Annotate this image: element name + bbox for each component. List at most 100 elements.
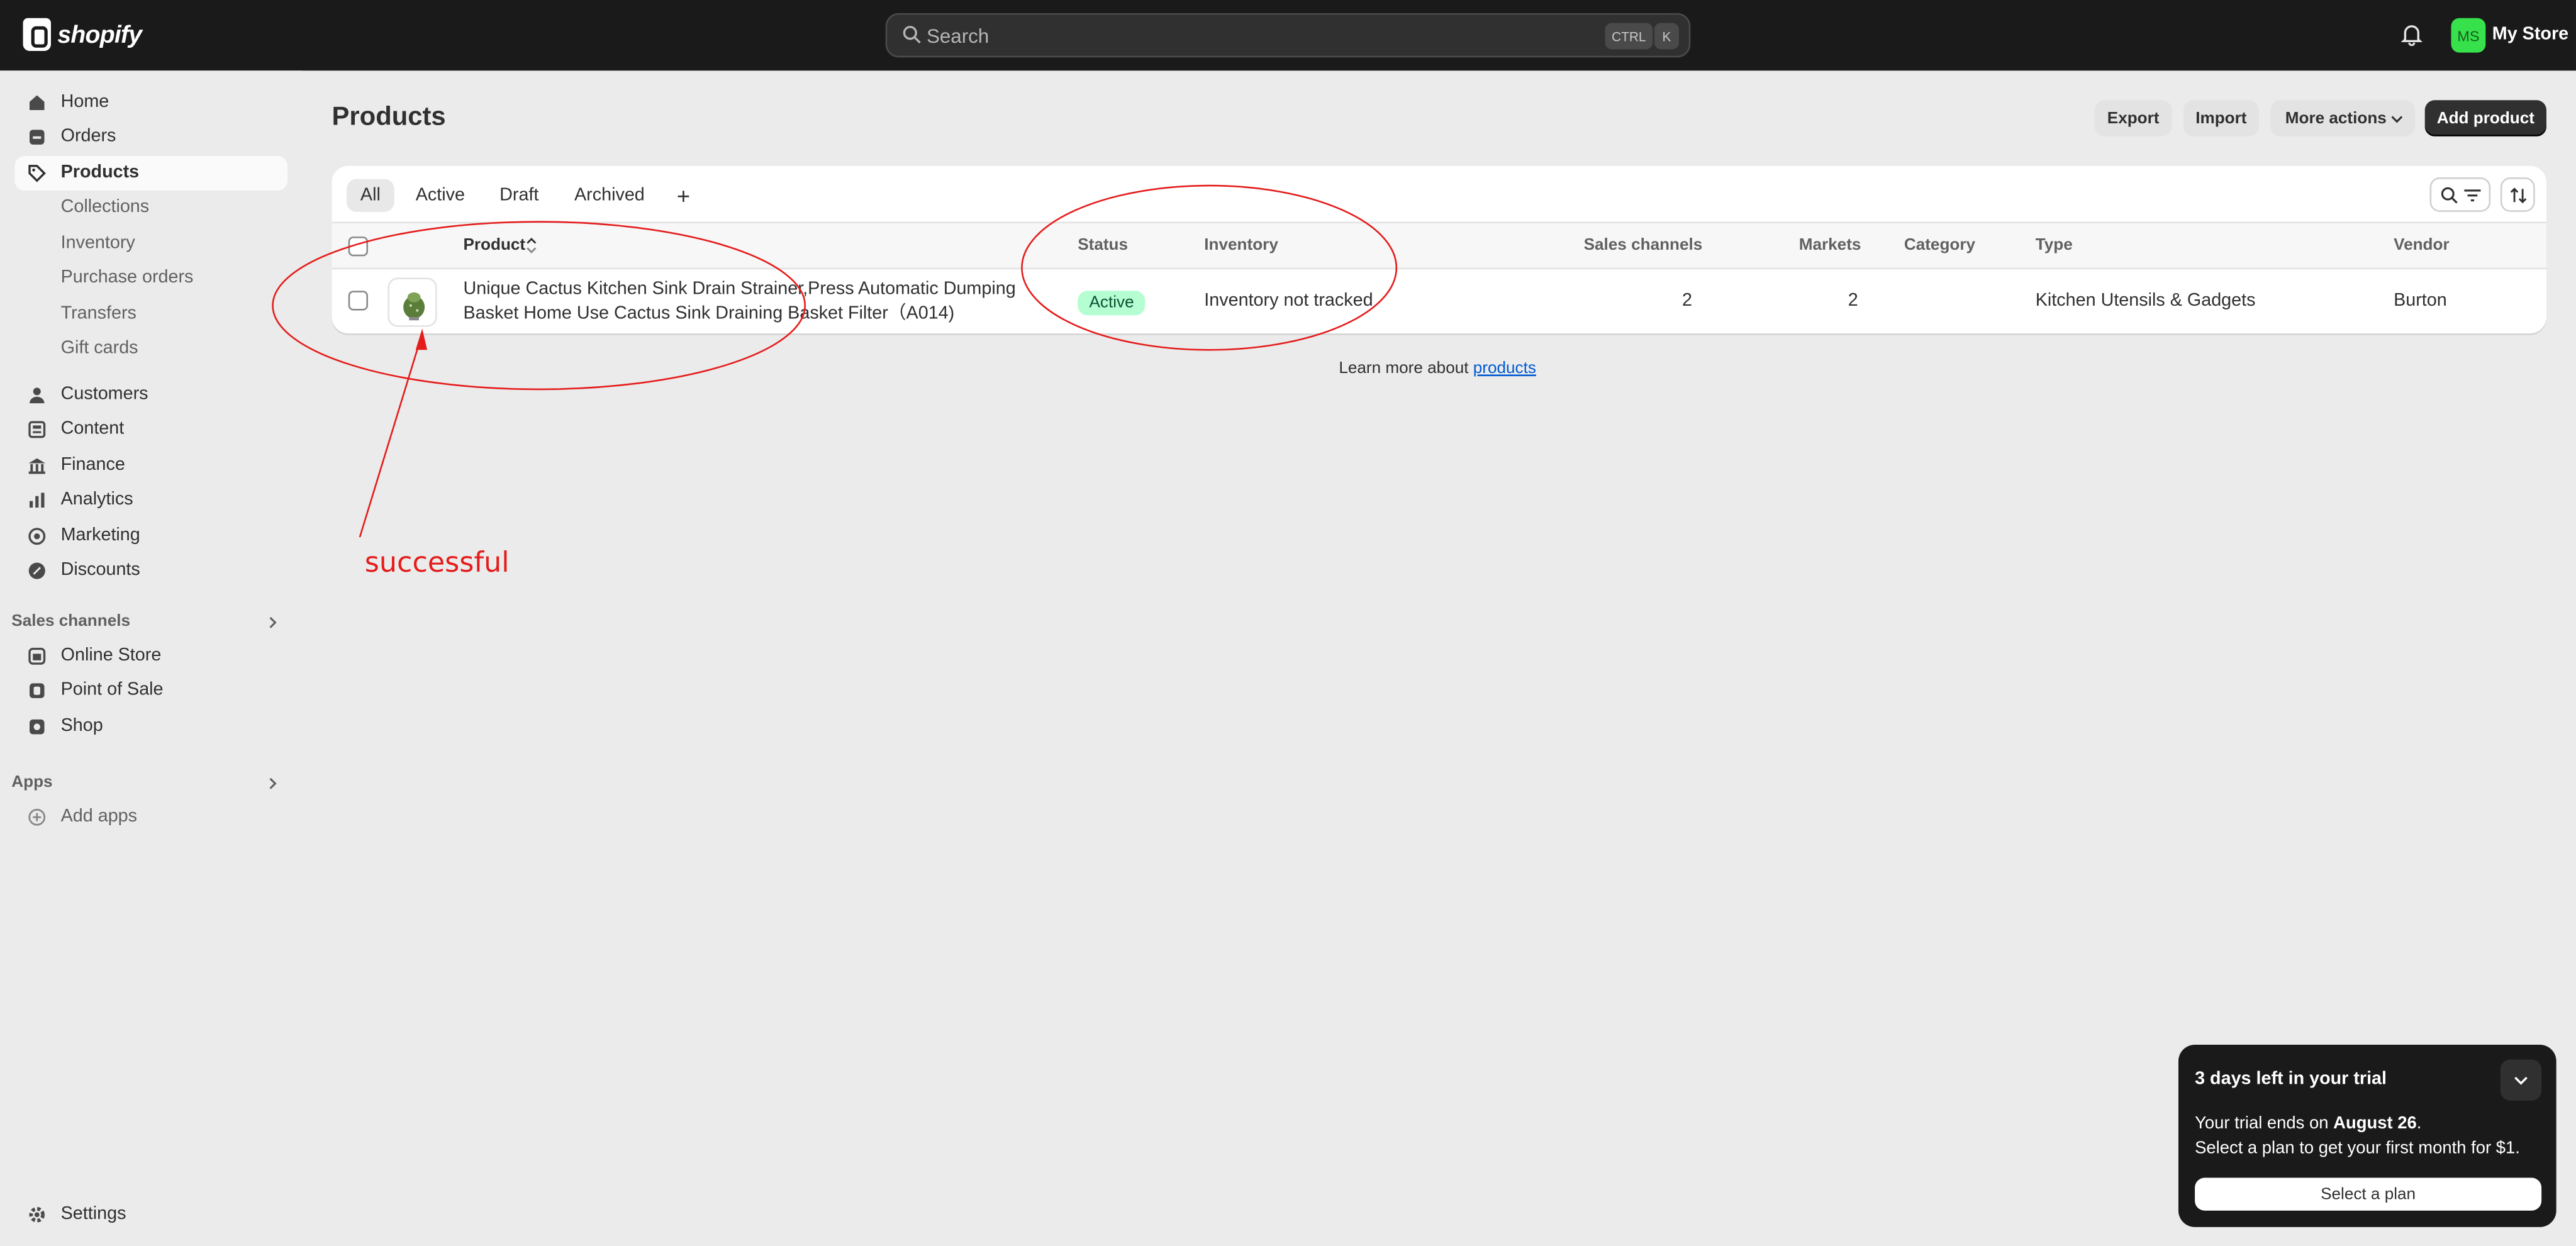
add-product-button[interactable]: Add product (2424, 100, 2546, 136)
type-value: Kitchen Utensils & Gadgets (2035, 291, 2256, 311)
sidebar-item-marketing[interactable]: Marketing (15, 519, 288, 553)
sidebar-item-add-apps[interactable]: Add apps (15, 800, 288, 835)
tab-archived[interactable]: Archived (565, 179, 654, 212)
sidebar-item-label: Gift cards (60, 338, 138, 359)
chevron-right-icon[interactable] (266, 616, 279, 629)
discount-icon (28, 562, 45, 579)
markets-value: 2 (1848, 291, 1858, 311)
column-header-sales-channels: Sales channels (1583, 236, 1703, 255)
apps-heading[interactable]: Apps (11, 774, 52, 792)
trial-offer-line: Select a plan to get your first month fo… (2195, 1138, 2520, 1159)
select-plan-button[interactable]: Select a plan (2195, 1177, 2542, 1211)
more-actions-button[interactable]: More actions (2270, 100, 2416, 136)
shortcut-k: K (1654, 23, 1680, 50)
notification-bell-icon[interactable] (2400, 23, 2424, 47)
sidebar-item-label: Orders (60, 126, 116, 147)
tag-icon (28, 165, 46, 182)
sidebar-item-shop[interactable]: Shop (15, 709, 288, 744)
shopify-logo[interactable]: shopify (23, 18, 142, 51)
product-title-line1[interactable]: Unique Cactus Kitchen Sink Drain Straine… (463, 277, 1015, 302)
more-actions-label: More actions (2285, 109, 2387, 128)
sidebar-item-label: Online Store (60, 645, 162, 665)
product-title-line2[interactable]: Basket Home Use Cactus Sink Draining Bas… (463, 303, 954, 327)
products-help-link[interactable]: products (1473, 360, 1536, 378)
row-checkbox[interactable] (348, 291, 368, 311)
shopify-bag-icon (23, 18, 51, 51)
chevron-right-icon[interactable] (266, 777, 279, 790)
sidebar-item-settings[interactable]: Settings (15, 1198, 288, 1232)
column-header-product[interactable]: Product (463, 236, 525, 255)
tab-active[interactable]: Active (406, 179, 475, 212)
sidebar-item-label: Transfers (60, 304, 137, 324)
gear-icon (29, 1207, 45, 1223)
search-input[interactable]: Search CTRL K (885, 13, 1691, 58)
sidebar-item-orders[interactable]: Orders (15, 120, 288, 155)
search-placeholder: Search (926, 25, 990, 48)
store-avatar[interactable]: MS (2451, 18, 2486, 53)
brand-name: shopify (57, 20, 142, 49)
shortcut-ctrl: CTRL (1605, 23, 1653, 50)
sidebar-item-products[interactable]: Products (14, 156, 288, 191)
store-icon (28, 647, 46, 665)
annotation-label: successful (364, 547, 510, 580)
export-button[interactable]: Export (2094, 100, 2172, 136)
sidebar-item-discounts[interactable]: Discounts (15, 553, 288, 588)
sidebar-item-point-of-sale[interactable]: Point of Sale (15, 674, 288, 708)
tab-draft[interactable]: Draft (491, 179, 547, 212)
sidebar-item-label: Collections (60, 197, 150, 217)
table-row[interactable]: Unique Cactus Kitchen Sink Drain Straine… (332, 269, 2546, 333)
products-table-card: All Active Draft Archived + Product Stat… (332, 165, 2546, 334)
status-badge: Active (1078, 291, 1146, 316)
sidebar-item-customers[interactable]: Customers (15, 378, 288, 413)
page-title: Products (332, 103, 446, 131)
sales-channels-heading[interactable]: Sales channels (11, 613, 130, 631)
sort-arrows-icon[interactable] (526, 236, 537, 255)
store-name[interactable]: My Store (2492, 25, 2568, 44)
trial-banner: 3 days left in your trial Your trial end… (2178, 1044, 2556, 1227)
table-header: Product Status Inventory Sales channels … (332, 221, 2546, 270)
sidebar-item-label: Inventory (60, 233, 135, 253)
target-icon (28, 528, 46, 545)
trial-end-prefix: Your trial ends on (2195, 1113, 2334, 1134)
chart-icon (30, 492, 45, 508)
sidebar-item-online-store[interactable]: Online Store (15, 639, 288, 674)
sidebar-item-analytics[interactable]: Analytics (15, 483, 288, 518)
shop-icon (30, 719, 45, 735)
sidebar-item-label: Point of Sale (60, 680, 164, 700)
collapse-banner-button[interactable] (2500, 1059, 2542, 1101)
inbox-icon (30, 130, 45, 145)
sidebar-item-purchase-orders[interactable]: Purchase orders (15, 261, 288, 296)
sidebar-item-collections[interactable]: Collections (15, 191, 288, 225)
sidebar-item-finance[interactable]: Finance (15, 448, 288, 483)
person-icon (30, 387, 45, 404)
sort-button[interactable] (2500, 177, 2535, 212)
tab-all[interactable]: All (347, 179, 394, 212)
sidebar-item-label: Purchase orders (60, 267, 194, 288)
sidebar-item-label: Home (60, 92, 109, 112)
sidebar-item-home[interactable]: Home (15, 86, 288, 120)
home-icon (30, 95, 45, 110)
sidebar-item-inventory[interactable]: Inventory (15, 226, 288, 261)
search-filter-button[interactable] (2429, 177, 2491, 212)
column-header-category: Category (1904, 236, 1976, 255)
search-icon (2441, 187, 2458, 204)
chevron-down-icon (2391, 116, 2403, 123)
sidebar-item-content[interactable]: Content (15, 413, 288, 447)
column-header-type: Type (2035, 236, 2073, 255)
sidebar-item-label: Content (60, 418, 125, 439)
import-button[interactable]: Import (2183, 100, 2259, 136)
top-bar: shopify Search CTRL K MS My Store (0, 0, 2576, 71)
sidebar-item-label: Customers (60, 384, 148, 404)
product-thumbnail (388, 277, 437, 327)
sidebar-item-transfers[interactable]: Transfers (15, 298, 288, 332)
vendor-value: Burton (2394, 291, 2447, 311)
trial-end-suffix: . (2416, 1113, 2422, 1134)
pos-icon (30, 683, 45, 698)
add-view-button[interactable]: + (667, 179, 700, 212)
bank-icon (28, 458, 45, 474)
cactus-basket-image (403, 292, 425, 321)
column-header-status: Status (1078, 236, 1129, 255)
select-all-checkbox[interactable] (348, 236, 368, 257)
add-circle-icon (28, 808, 46, 826)
column-header-vendor: Vendor (2394, 236, 2450, 255)
